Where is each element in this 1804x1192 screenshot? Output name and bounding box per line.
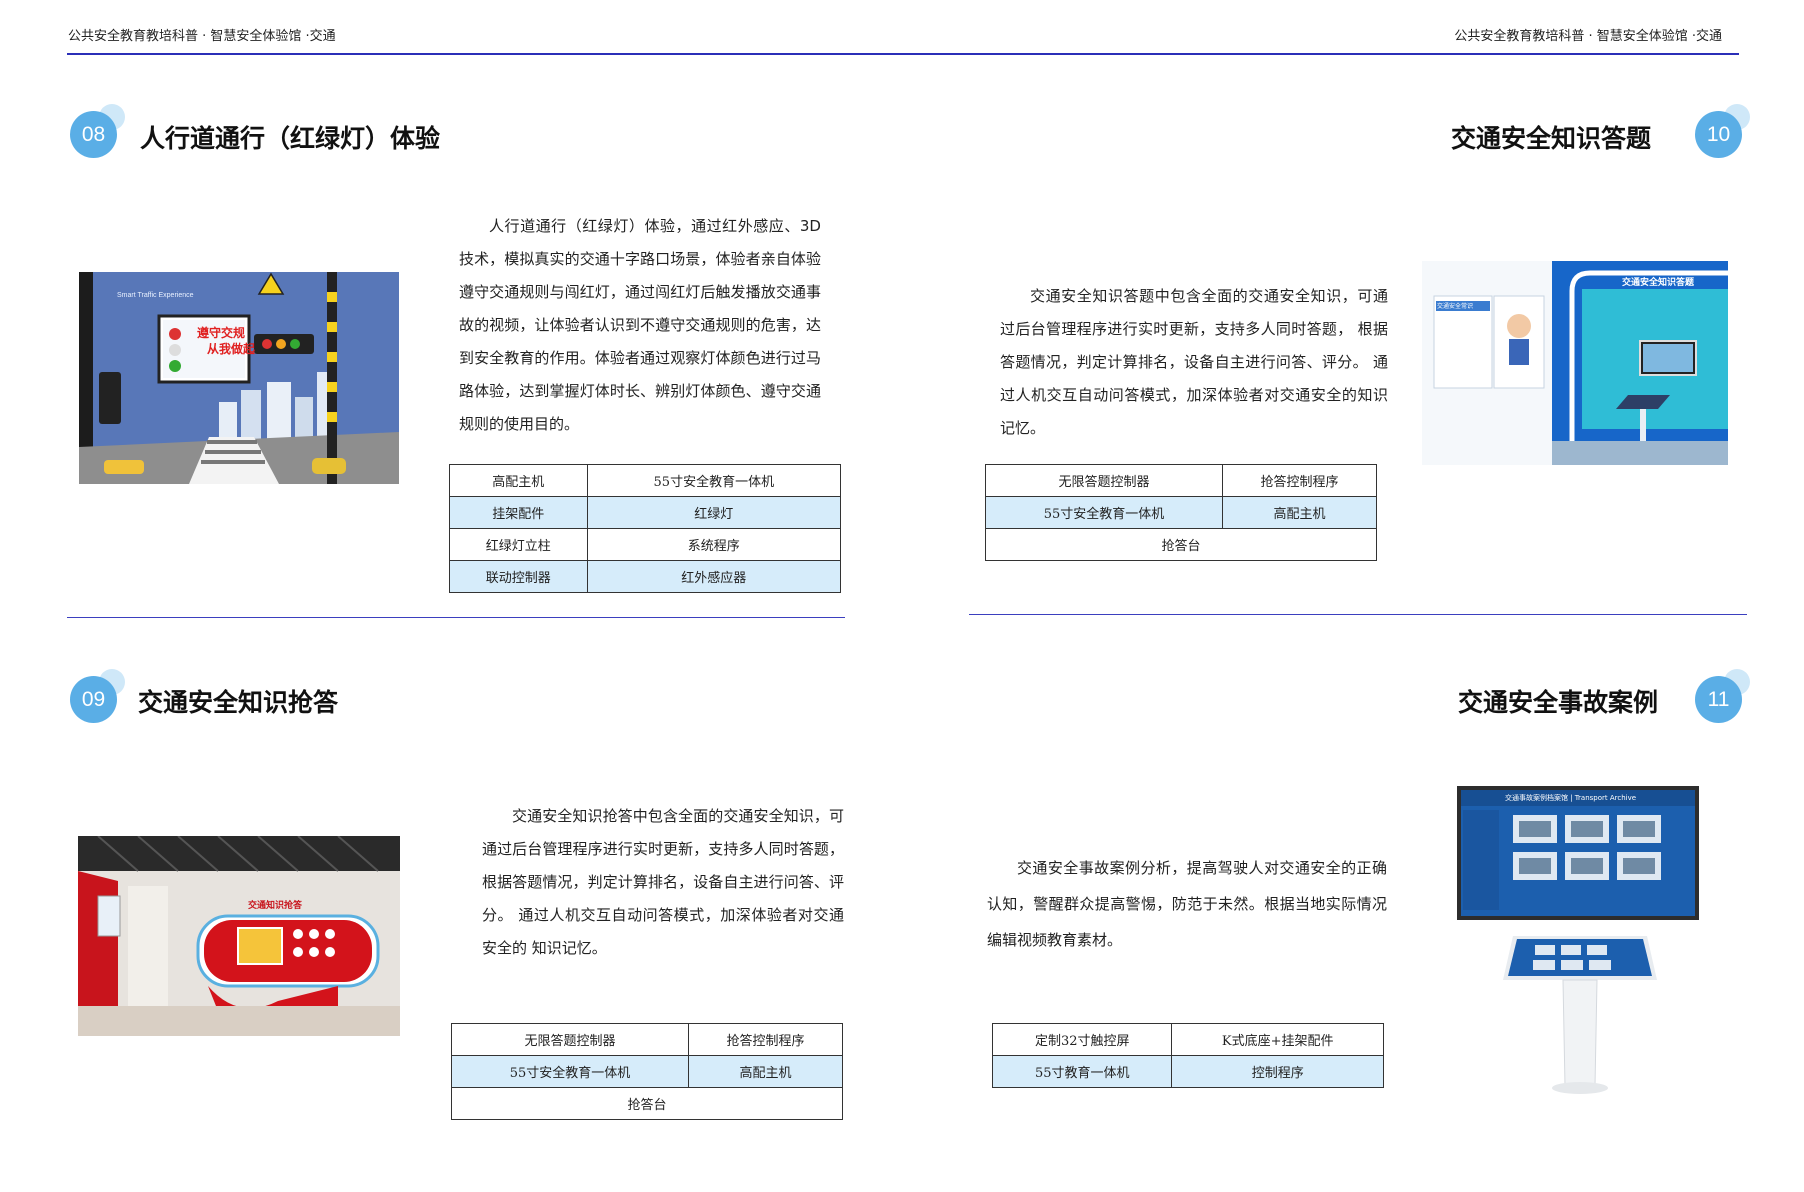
equipment-table-10: 无限答题控制器 抢答控制程序 55寸安全教育一体机 高配主机 抢答台	[985, 464, 1378, 561]
table-row: 55寸安全教育一体机 高配主机	[451, 1055, 844, 1088]
table-cell: 控制程序	[1171, 1055, 1384, 1088]
section-title-09: 交通安全知识抢答	[138, 688, 339, 717]
table-row: 红绿灯立柱 系统程序	[449, 528, 842, 561]
section-divider-right	[969, 614, 1747, 615]
table-cell: 红绿灯	[586, 496, 842, 529]
traffic-sign-text-1: 遵守交规	[197, 326, 246, 340]
section-number-09: 09	[70, 676, 117, 723]
table-cell: 联动控制器	[449, 560, 588, 593]
section-title-08: 人行道通行（红绿灯）体验	[140, 124, 441, 153]
header-left-text: 公共安全教育教培科普 · 智慧安全体验馆 ·交通	[68, 29, 336, 44]
traffic-banner-text: Smart Traffic Experience	[117, 292, 194, 299]
section-badge-11: 11	[1695, 669, 1750, 723]
table-row: 无限答题控制器 抢答控制程序	[985, 464, 1378, 497]
section-title-10: 交通安全知识答题	[1450, 124, 1651, 153]
table-row: 55寸教育一体机 控制程序	[991, 1055, 1384, 1088]
table-cell: K式底座+挂架配件	[1171, 1023, 1384, 1056]
quiz-wall-text: 交通安全知识答题	[1622, 278, 1695, 288]
equipment-table-09: 无限答题控制器 抢答控制程序 55寸安全教育一体机 高配主机 抢答台	[451, 1023, 844, 1120]
table-cell: 红绿灯立柱	[449, 528, 588, 561]
table-cell: 抢答控制程序	[687, 1023, 844, 1056]
section-number-08: 08	[70, 111, 117, 158]
table-cell: 抢答台	[985, 528, 1377, 561]
table-row: 联动控制器 红外感应器	[449, 560, 842, 593]
kiosk-illustration	[1457, 786, 1699, 1094]
header-divider	[67, 53, 1739, 55]
section-number-10: 10	[1695, 111, 1742, 158]
knowledge-quiz-image: 交通安全知识答题 交通安全常识	[1422, 261, 1728, 465]
section-description-10: 交通安全知识答题中包含全面的交通安全知识，可通过后台管理程序进行实时更新，支持多…	[1000, 287, 1388, 437]
table-row: 无限答题控制器 抢答控制程序	[451, 1023, 844, 1056]
section-description-09: 交通安全知识抢答中包含全面的交通安全知识，可通过后台管理程序进行实时更新，支持多…	[482, 807, 844, 957]
quiz-poster-text: 交通安全常识	[1437, 303, 1474, 310]
table-cell: 55寸教育一体机	[991, 1055, 1173, 1088]
table-cell: 无限答题控制器	[451, 1023, 689, 1056]
section-badge-08: 08	[70, 104, 125, 158]
table-cell: 红外感应器	[586, 560, 842, 593]
quiz-contest-image: 交通知识抢答	[78, 836, 400, 1036]
table-cell: 抢答控制程序	[1221, 464, 1378, 497]
equipment-table-11: 定制32寸触控屏 K式底座+挂架配件 55寸教育一体机 控制程序	[991, 1023, 1384, 1088]
table-cell: 55寸安全教育一体机	[451, 1055, 689, 1088]
contest-wall-text: 交通知识抢答	[248, 901, 303, 911]
section-badge-10: 10	[1695, 104, 1750, 158]
accident-case-kiosk-image: 交通事故案例档案馆 | Transport Archive	[1455, 780, 1705, 1100]
section-divider-left	[67, 617, 845, 618]
equipment-table-08: 高配主机 55寸安全教育一体机 挂架配件 红绿灯 红绿灯立柱 系统程序 联动控制器 红外…	[449, 464, 842, 593]
table-row: 55寸安全教育一体机 高配主机	[985, 496, 1378, 529]
table-cell: 抢答台	[451, 1087, 843, 1120]
table-cell: 高配主机	[449, 464, 588, 497]
table-row: 抢答台	[985, 528, 1377, 561]
table-row: 挂架配件 红绿灯	[449, 496, 842, 529]
table-cell: 挂架配件	[449, 496, 588, 529]
contest-room-illustration	[78, 836, 400, 1036]
section-description-08: 人行道通行（红绿灯）体验，通过红外感应、3D技术，模拟真实的交通十字路口场景，体…	[459, 217, 821, 433]
traffic-scene-illustration	[79, 272, 399, 484]
table-cell: 系统程序	[586, 528, 842, 561]
traffic-light-experience-image: Smart Traffic Experience 遵守交规 从我做起	[79, 272, 399, 484]
table-cell: 55寸安全教育一体机	[985, 496, 1223, 529]
section-title-11: 交通安全事故案例	[1457, 688, 1658, 717]
table-row: 抢答台	[451, 1087, 843, 1120]
table-cell: 高配主机	[1221, 496, 1378, 529]
table-cell: 55寸安全教育一体机	[586, 464, 842, 497]
quiz-room-illustration	[1422, 261, 1728, 465]
table-cell: 无限答题控制器	[985, 464, 1223, 497]
table-row: 高配主机 55寸安全教育一体机	[449, 464, 842, 497]
table-cell: 定制32寸触控屏	[991, 1023, 1173, 1056]
section-badge-09: 09	[70, 669, 125, 723]
section-number-11: 11	[1695, 676, 1742, 723]
traffic-sign-text-2: 从我做起	[207, 342, 256, 356]
table-row: 定制32寸触控屏 K式底座+挂架配件	[991, 1023, 1384, 1056]
kiosk-screen-title: 交通事故案例档案馆 | Transport Archive	[1505, 794, 1637, 802]
section-description-11: 交通安全事故案例分析，提高驾驶人对交通安全的正确认知，警醒群众提高警惕，防范于未…	[987, 859, 1387, 949]
header-right-text: 公共安全教育教培科普 · 智慧安全体验馆 ·交通	[1454, 29, 1722, 44]
table-cell: 高配主机	[687, 1055, 844, 1088]
